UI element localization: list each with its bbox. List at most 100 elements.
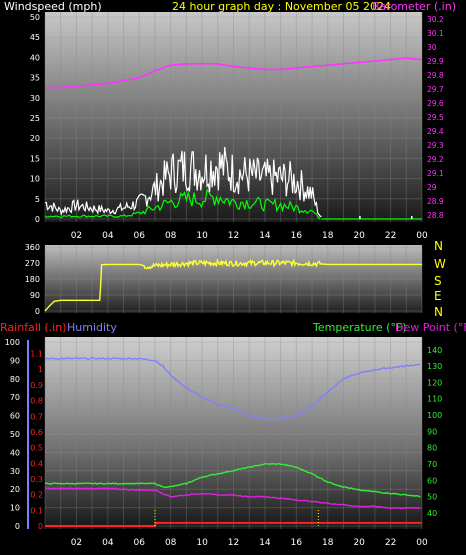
rain-y-tick-label: 1.1 xyxy=(30,350,43,359)
wind-y-tick-label: 15 xyxy=(30,154,40,163)
rain-y-tick-label: 0.2 xyxy=(30,491,43,500)
th-x-tick-label: 20 xyxy=(353,538,365,548)
temp-y-tick-label: 90 xyxy=(427,427,437,436)
dir-y-tick-label: 270 xyxy=(25,259,40,268)
wind-x-tick-label: 18 xyxy=(322,231,334,241)
wind-x-tick-label: 16 xyxy=(291,231,303,241)
baro-y-tick-label: 29 xyxy=(427,183,437,192)
rain-y-tick-label: 0 xyxy=(38,522,43,531)
dewpoint-legend: Dew Point (°F) xyxy=(395,321,466,334)
th-x-tick-label: 14 xyxy=(259,538,271,548)
th-x-tick-label: 16 xyxy=(291,538,303,548)
wind-y-tick-label: 30 xyxy=(30,94,40,103)
th-x-tick-label: 02 xyxy=(71,538,82,548)
baro-y-tick-label: 29.7 xyxy=(427,85,444,94)
th-x-tick-label: 06 xyxy=(134,538,146,548)
th-x-tick-label: 10 xyxy=(196,538,208,548)
temp-y-tick-label: 140 xyxy=(427,346,442,355)
wind-gust-point xyxy=(411,216,413,219)
temp-y-tick-label: 80 xyxy=(427,444,437,453)
humidity-y-tick-label: 90 xyxy=(10,356,20,365)
temp-y-tick-label: 70 xyxy=(427,460,437,469)
baro-y-tick-label: 29.2 xyxy=(427,155,444,164)
th-x-tick-label: 22 xyxy=(385,538,396,548)
compass-n-top: N xyxy=(434,239,443,253)
compass-labels: N W S E N xyxy=(434,239,446,319)
humidity-y-tick-label: 50 xyxy=(10,430,20,439)
baro-y-tick-label: 29.5 xyxy=(427,113,444,122)
wind-x-tick-label: 02 xyxy=(71,231,82,241)
humidity-y-tick-label: 100 xyxy=(5,338,20,347)
baro-y-tick-label: 28.9 xyxy=(427,197,444,206)
compass-n-bottom: N xyxy=(434,305,443,319)
th-x-tick-label: 00 xyxy=(416,538,428,548)
temp-y-tick-label: 60 xyxy=(427,476,437,485)
humidity-legend: Humidity xyxy=(67,321,117,334)
th-x-tick-label: 12 xyxy=(228,538,239,548)
wind-y-tick-label: 0 xyxy=(35,215,40,224)
baro-y-tick-label: 29.9 xyxy=(427,57,444,66)
wind-x-tick-label: 10 xyxy=(196,231,208,241)
humidity-y-tick-label: 30 xyxy=(10,467,20,476)
rain-y-tick-label: 1 xyxy=(38,365,43,374)
humidity-y-tick-label: 40 xyxy=(10,448,20,457)
wind-x-tick-label: 22 xyxy=(385,231,396,241)
wind-y-tick-label: 5 xyxy=(35,195,40,204)
rain-y-tick-label: 0.8 xyxy=(30,397,43,406)
wind-y-tick-label: 45 xyxy=(30,33,40,42)
compass-s: S xyxy=(434,274,442,288)
wind-x-tick-label: 14 xyxy=(259,231,271,241)
wind-y-tick-label: 20 xyxy=(30,134,40,143)
wind-y-tick-label: 50 xyxy=(30,13,40,22)
rain-y-tick-label: 0.7 xyxy=(30,412,43,421)
temp-y-tick-label: 110 xyxy=(427,395,442,404)
th-x-tick-label: 18 xyxy=(322,538,334,548)
baro-y-tick-label: 29.6 xyxy=(427,99,444,108)
barometer-label: Barometer (.in) xyxy=(372,0,456,13)
baro-y-tick-label: 29.3 xyxy=(427,141,444,150)
rain-y-tick-label: 0.9 xyxy=(30,381,43,390)
th-x-tick-label: 08 xyxy=(165,538,177,548)
rain-y-tick-label: 0.3 xyxy=(30,475,43,484)
humidity-y-tick-label: 80 xyxy=(10,375,20,384)
windspeed-label: Windspeed (mph) xyxy=(4,0,102,13)
baro-y-tick-label: 29.8 xyxy=(427,71,444,80)
wind-x-tick-label: 00 xyxy=(416,231,428,241)
humidity-y-tick-label: 20 xyxy=(10,485,20,494)
wind-y-tick-label: 10 xyxy=(30,175,40,184)
temp-y-tick-label: 130 xyxy=(427,362,442,371)
wind-y-tick-label: 40 xyxy=(30,53,40,62)
temp-y-tick-label: 100 xyxy=(427,411,442,420)
baro-y-tick-label: 28.8 xyxy=(427,211,444,220)
dir-y-tick-label: 0 xyxy=(35,307,40,316)
wind-x-tick-label: 08 xyxy=(165,231,177,241)
humidity-y-tick-label: 0 xyxy=(15,522,20,531)
temperature-legend: Temperature (°F) xyxy=(312,321,407,334)
wind-x-tick-label: 04 xyxy=(102,231,114,241)
wind-x-tick-label: 06 xyxy=(134,231,146,241)
graph-title: 24 hour graph day : November 05 2024 xyxy=(172,0,391,13)
baro-y-tick-label: 30 xyxy=(427,43,437,52)
humidity-y-tick-label: 70 xyxy=(10,393,20,402)
rain-y-tick-label: 0.4 xyxy=(30,459,43,468)
wind-y-tick-label: 35 xyxy=(30,74,40,83)
temp-y-tick-label: 50 xyxy=(427,493,437,502)
wind-x-tick-label: 12 xyxy=(228,231,239,241)
baro-y-tick-label: 29.1 xyxy=(427,169,444,178)
dir-y-tick-label: 360 xyxy=(25,243,40,252)
temp-y-tick-label: 120 xyxy=(427,378,442,387)
rain-y-tick-label: 0.5 xyxy=(30,444,43,453)
baro-y-tick-label: 29.4 xyxy=(427,127,444,136)
dir-y-tick-label: 180 xyxy=(25,275,40,284)
baro-y-tick-label: 30.2 xyxy=(427,15,444,24)
humidity-y-tick-label: 60 xyxy=(10,412,20,421)
compass-e: E xyxy=(434,289,442,303)
baro-y-tick-label: 30.1 xyxy=(427,29,444,38)
temp-y-tick-label: 40 xyxy=(427,509,437,518)
wind-x-tick-label: 20 xyxy=(353,231,365,241)
rain-y-tick-label: 0.1 xyxy=(30,506,43,515)
wind-y-tick-label: 25 xyxy=(30,114,40,123)
rain-y-tick-label: 0.6 xyxy=(30,428,43,437)
compass-w: W xyxy=(434,257,446,271)
rainfall-legend: Rainfall (.in) xyxy=(0,321,67,334)
